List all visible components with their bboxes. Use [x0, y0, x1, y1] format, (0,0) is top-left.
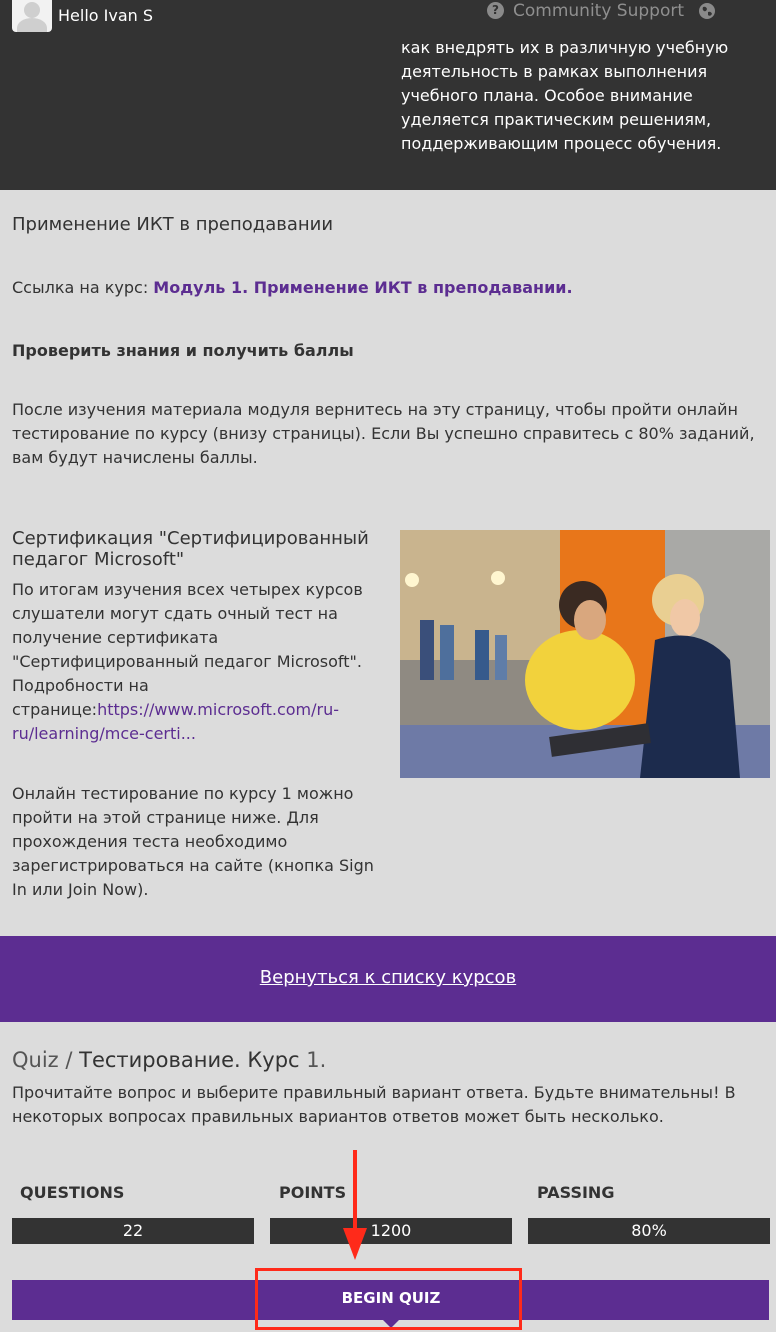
- course-link[interactable]: Модуль 1. Применение ИКТ в преподавании.: [153, 278, 572, 297]
- avatar[interactable]: [12, 0, 52, 32]
- course-description: как внедрять их в различную учебную деят…: [401, 38, 729, 153]
- stat-value-passing: 80%: [528, 1218, 770, 1244]
- avatar-head: [24, 2, 40, 18]
- instructions-text: После изучения материала модуля вернитес…: [12, 400, 755, 467]
- help-icon[interactable]: ?: [487, 2, 504, 19]
- quiz-description: Прочитайте вопрос и выберите правильный …: [12, 1083, 736, 1126]
- red-arrow-annotation: [343, 1150, 367, 1260]
- quiz-title: Quiz / Тестирование. Курс 1.: [12, 1048, 326, 1072]
- quiz-title-prefix: Quiz /: [12, 1048, 80, 1072]
- begin-quiz-highlight-box: [255, 1268, 522, 1330]
- quiz-title-main: Тестирование. Курс: [79, 1048, 307, 1072]
- page-title: Применение ИКТ в преподавании: [12, 214, 334, 235]
- stat-value-questions: 22: [12, 1218, 254, 1244]
- certification-heading: Сертификация "Сертифицированный педагог …: [12, 528, 369, 570]
- avatar-body: [17, 18, 47, 32]
- stat-value-points: 1200: [270, 1218, 512, 1244]
- stat-label-passing: PASSING: [537, 1183, 615, 1202]
- globe-icon[interactable]: [698, 2, 716, 20]
- online-test-text: Онлайн тестирование по курсу 1 можно про…: [12, 784, 374, 899]
- certification-text: По итогам изучения всех четырех курсов с…: [12, 578, 382, 746]
- check-knowledge-heading: Проверить знания и получить баллы: [12, 341, 354, 360]
- quiz-title-number: 1.: [306, 1048, 327, 1072]
- course-link-line: Ссылка на курс: Модуль 1. Применение ИКТ…: [12, 278, 573, 297]
- certification-body: По итогам изучения всех четырех курсов с…: [12, 580, 363, 719]
- community-support-link[interactable]: Community Support: [513, 1, 684, 21]
- user-greeting[interactable]: Hello Ivan S: [58, 6, 153, 25]
- stat-label-questions: QUESTIONS: [20, 1183, 125, 1202]
- back-to-courses-link[interactable]: Вернуться к списку курсов: [0, 967, 776, 988]
- course-link-prefix: Ссылка на курс:: [12, 278, 154, 297]
- teachers-photo: [400, 530, 770, 778]
- stat-label-points: POINTS: [279, 1183, 347, 1202]
